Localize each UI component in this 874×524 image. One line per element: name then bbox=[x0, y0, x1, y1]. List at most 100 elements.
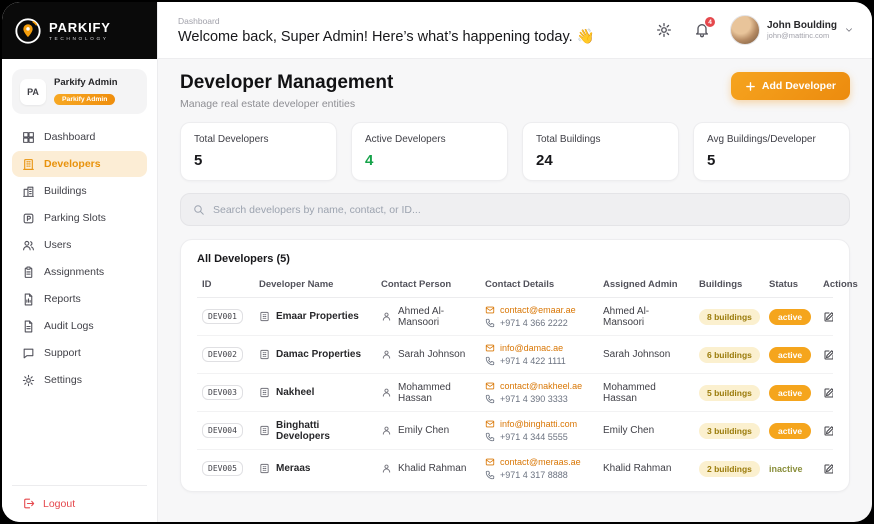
sidebar-item-buildings[interactable]: Buildings bbox=[12, 178, 147, 204]
app-window: PARKIFY TECHNOLOGY PA Parkify Admin Park… bbox=[2, 2, 872, 522]
search-bar bbox=[180, 193, 850, 226]
status-badge: active bbox=[769, 385, 811, 401]
developer-name: Nakheel bbox=[276, 387, 314, 398]
table-title: All Developers (5) bbox=[197, 253, 833, 265]
gear-icon bbox=[22, 374, 35, 387]
phone-icon bbox=[485, 394, 495, 404]
admin-profile-card[interactable]: PA Parkify Admin Parkify Admin bbox=[12, 69, 147, 114]
assigned-admin: Khalid Rahman bbox=[603, 463, 671, 474]
table-row: DEV004 Binghatti Developers Emily Chen i… bbox=[197, 412, 833, 450]
contact-email[interactable]: info@damac.ae bbox=[485, 343, 593, 353]
stat-label: Avg Buildings/Developer bbox=[707, 134, 836, 145]
assigned-admin: Mohammed Hassan bbox=[603, 382, 656, 404]
notification-count-badge: 4 bbox=[704, 16, 716, 28]
phone-icon bbox=[485, 432, 495, 442]
developer-id-badge: DEV004 bbox=[202, 423, 243, 438]
mail-icon bbox=[485, 381, 495, 391]
contact-person: Mohammed Hassan bbox=[398, 382, 475, 404]
developers-building-icon bbox=[22, 158, 35, 171]
developer-id-badge: DEV003 bbox=[202, 385, 243, 400]
status-badge: active bbox=[769, 347, 811, 363]
search-input[interactable] bbox=[213, 204, 837, 216]
column-header-contact-person: Contact Person bbox=[376, 272, 480, 298]
sidebar-item-audit-logs[interactable]: Audit Logs bbox=[12, 313, 147, 339]
stat-value: 4 bbox=[365, 152, 494, 169]
edit-button[interactable] bbox=[823, 425, 833, 437]
buildings-count-badge: 8 buildings bbox=[699, 309, 760, 325]
sidebar-item-reports[interactable]: Reports bbox=[12, 286, 147, 312]
assigned-admin: Sarah Johnson bbox=[603, 349, 670, 360]
user-menu[interactable]: John Boulding john@mattinc.com bbox=[726, 15, 854, 45]
brand-logo: PARKIFY TECHNOLOGY bbox=[2, 2, 157, 59]
stats-row: Total Developers 5 Active Developers 4 T… bbox=[180, 122, 850, 181]
phone-icon bbox=[485, 470, 495, 480]
edit-button[interactable] bbox=[823, 463, 833, 475]
sidebar: PARKIFY TECHNOLOGY PA Parkify Admin Park… bbox=[2, 2, 158, 522]
stat-card-active-developers: Active Developers 4 bbox=[351, 122, 508, 181]
page-title: Developer Management bbox=[180, 72, 393, 94]
brand-name: PARKIFY bbox=[49, 20, 111, 35]
contact-phone: +971 4 390 3333 bbox=[485, 394, 593, 404]
contact-phone: +971 4 317 8888 bbox=[485, 470, 593, 480]
sidebar-item-settings[interactable]: Settings bbox=[12, 367, 147, 393]
edit-pencil-icon bbox=[823, 463, 833, 475]
sidebar-item-label: Buildings bbox=[44, 185, 87, 197]
column-header-status: Status bbox=[764, 272, 818, 298]
person-icon bbox=[381, 349, 392, 360]
sidebar-item-support[interactable]: Support bbox=[12, 340, 147, 366]
dashboard-grid-icon bbox=[22, 131, 35, 144]
phone-icon bbox=[485, 318, 495, 328]
person-icon bbox=[381, 387, 392, 398]
contact-person: Sarah Johnson bbox=[398, 349, 465, 360]
sidebar-item-users[interactable]: Users bbox=[12, 232, 147, 258]
notifications-button[interactable]: 4 bbox=[688, 16, 716, 44]
table-row: DEV002 Damac Properties Sarah Johnson in… bbox=[197, 336, 833, 374]
contact-email[interactable]: contact@nakheel.ae bbox=[485, 381, 593, 391]
contact-email[interactable]: contact@meraas.ae bbox=[485, 457, 593, 467]
developer-name: Meraas bbox=[276, 463, 310, 474]
add-developer-button[interactable]: Add Developer bbox=[731, 72, 850, 100]
sidebar-item-dashboard[interactable]: Dashboard bbox=[12, 124, 147, 150]
stat-label: Active Developers bbox=[365, 134, 494, 145]
contact-email[interactable]: info@binghatti.com bbox=[485, 419, 593, 429]
assigned-admin: Ahmed Al-Mansoori bbox=[603, 306, 649, 328]
sidebar-item-label: Audit Logs bbox=[44, 320, 94, 332]
column-header-assigned-admin: Assigned Admin bbox=[598, 272, 694, 298]
contact-person: Emily Chen bbox=[398, 425, 449, 436]
stat-card-total-developers: Total Developers 5 bbox=[180, 122, 337, 181]
page-subtitle: Manage real estate developer entities bbox=[180, 98, 393, 110]
edit-button[interactable] bbox=[823, 311, 833, 323]
contact-phone: +971 4 366 2222 bbox=[485, 318, 593, 328]
edit-button[interactable] bbox=[823, 387, 833, 399]
brand-tagline: TECHNOLOGY bbox=[49, 37, 111, 42]
sidebar-item-label: Dashboard bbox=[44, 131, 95, 143]
edit-pencil-icon bbox=[823, 425, 833, 437]
edit-button[interactable] bbox=[823, 349, 833, 361]
building-icon bbox=[259, 463, 270, 474]
sidebar-item-label: Support bbox=[44, 347, 81, 359]
buildings-icon bbox=[22, 185, 35, 198]
mail-icon bbox=[485, 419, 495, 429]
users-icon bbox=[22, 239, 35, 252]
sidebar-item-parking-slots[interactable]: Parking Slots bbox=[12, 205, 147, 231]
settings-button[interactable] bbox=[650, 16, 678, 44]
buildings-count-badge: 5 buildings bbox=[699, 385, 760, 401]
mail-icon bbox=[485, 457, 495, 467]
logout-button[interactable]: Logout bbox=[12, 485, 147, 514]
plus-icon bbox=[745, 81, 756, 92]
phone-icon bbox=[485, 356, 495, 366]
gear-icon bbox=[656, 22, 672, 38]
search-icon bbox=[193, 204, 205, 216]
sidebar-item-developers[interactable]: Developers bbox=[12, 151, 147, 177]
status-badge: active bbox=[769, 423, 811, 439]
status-badge: active bbox=[769, 309, 811, 325]
sidebar-item-label: Users bbox=[44, 239, 71, 251]
developer-name: Emaar Properties bbox=[276, 311, 359, 322]
column-header-developer-name: Developer Name bbox=[254, 272, 376, 298]
contact-email[interactable]: contact@emaar.ae bbox=[485, 305, 593, 315]
page-content: Developer Management Manage real estate … bbox=[158, 59, 872, 522]
table-row: DEV001 Emaar Properties Ahmed Al-Mansoor… bbox=[197, 298, 833, 336]
column-header-buildings: Buildings bbox=[694, 272, 764, 298]
sidebar-item-assignments[interactable]: Assignments bbox=[12, 259, 147, 285]
logout-label: Logout bbox=[43, 498, 75, 510]
